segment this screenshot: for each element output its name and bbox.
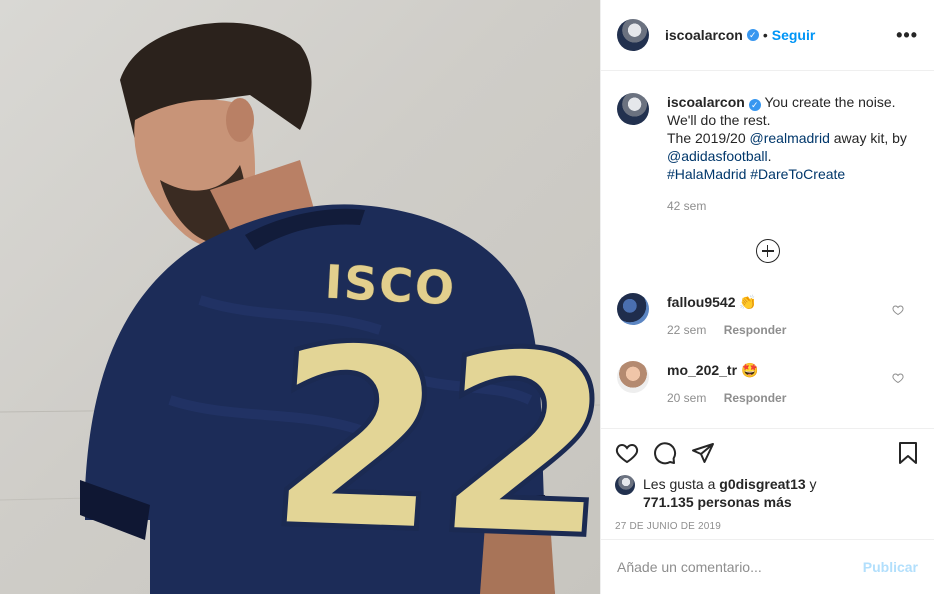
verified-badge-icon: ✓ (748, 99, 761, 111)
comment-body: fallou9542 👏 22 sem Responder (667, 293, 786, 337)
verified-badge-icon: ✓ (746, 29, 759, 41)
caption-body: iscoalarcon ✓ You create the noise. We'll… (667, 93, 907, 215)
mention-link-adidasfootball[interactable]: @adidasfootball (667, 148, 768, 164)
comment-item: fallou9542 👏 22 sem Responder (617, 293, 918, 337)
likes-count[interactable]: 771.135 personas más (643, 494, 792, 510)
reply-button[interactable]: Responder (724, 323, 787, 337)
post-caption: iscoalarcon ✓ You create the noise. We'll… (617, 93, 918, 215)
reply-button[interactable]: Responder (724, 391, 787, 405)
likes-prefix: Les gusta a (643, 476, 716, 492)
hashtag-link-halamadrid[interactable]: #HalaMadrid (667, 166, 746, 182)
comment-item: mo_202_tr 🤩 20 sem Responder (617, 361, 918, 405)
commenter-avatar[interactable] (617, 293, 649, 325)
instagram-post: ISCO 22 iscoalarcon ✓ • Seguir ••• iscoa… (0, 0, 934, 594)
add-comment-bar: Publicar (601, 539, 934, 594)
load-more-comments-icon[interactable] (755, 239, 780, 263)
comments-section: iscoalarcon ✓ You create the noise. We'll… (601, 71, 934, 428)
caption-text-3-suffix: away kit, by (833, 130, 907, 146)
caption-hashtags: #HalaMadrid #DareToCreate (667, 165, 907, 183)
comment-text: mo_202_tr 🤩 (667, 361, 786, 379)
liker-avatar[interactable] (615, 475, 635, 495)
caption-line-1: iscoalarcon ✓ You create the noise. (667, 93, 907, 111)
caption-text-3-prefix: The 2019/20 (667, 130, 746, 146)
post-side-panel: iscoalarcon ✓ • Seguir ••• iscoalarcon ✓ … (600, 0, 934, 594)
comment-body: mo_202_tr 🤩 20 sem Responder (667, 361, 786, 405)
commenter-username[interactable]: fallou9542 (667, 294, 735, 310)
star-struck-emoji: 🤩 (740, 362, 759, 378)
jersey-number-print: 22 (258, 289, 600, 594)
caption-avatar[interactable] (617, 93, 649, 125)
comment-bubble-icon[interactable] (653, 441, 677, 465)
mention-link-realmadrid[interactable]: @realmadrid (750, 130, 830, 146)
comment-timestamp[interactable]: 22 sem (667, 323, 706, 337)
caption-period: . (767, 148, 772, 164)
comment-meta: 20 sem Responder (667, 391, 786, 405)
commenter-avatar[interactable] (617, 361, 649, 393)
save-bookmark-icon[interactable] (896, 441, 920, 465)
caption-timestamp[interactable]: 42 sem (667, 197, 907, 215)
like-heart-icon[interactable] (615, 441, 639, 465)
action-icons-bar (615, 439, 920, 467)
hashtag-link-daretocreate[interactable]: #DareToCreate (750, 166, 845, 182)
like-comment-heart-icon[interactable] (892, 371, 904, 387)
likes-summary: Les gusta a g0disgreat13 y 771.135 perso… (615, 475, 920, 511)
post-header: iscoalarcon ✓ • Seguir ••• (601, 0, 934, 71)
comment-input[interactable] (617, 559, 863, 575)
post-actions: Les gusta a g0disgreat13 y 771.135 perso… (601, 428, 934, 532)
share-send-icon[interactable] (691, 441, 715, 465)
caption-line-4: @adidasfootball. (667, 147, 907, 165)
author-avatar[interactable] (617, 19, 649, 51)
comment-meta: 22 sem Responder (667, 323, 786, 337)
comment-timestamp[interactable]: 20 sem (667, 391, 706, 405)
publish-button[interactable]: Publicar (863, 559, 918, 575)
caption-text-1: You create the noise. (764, 94, 896, 110)
author-info: iscoalarcon ✓ • Seguir (665, 27, 815, 43)
liker-username[interactable]: g0disgreat13 (719, 476, 805, 492)
like-comment-heart-icon[interactable] (892, 303, 904, 319)
commenter-username[interactable]: mo_202_tr (667, 362, 737, 378)
post-date[interactable]: 27 DE JUNIO DE 2019 (615, 521, 920, 532)
separator-dot: • (762, 27, 768, 43)
likes-middle: y (809, 476, 817, 492)
comment-text: fallou9542 👏 (667, 293, 786, 311)
caption-text-2: We'll do the rest. (667, 112, 771, 128)
post-photo[interactable]: ISCO 22 (0, 0, 600, 594)
caption-line-3: The 2019/20 @realmadrid away kit, by (667, 129, 907, 147)
more-options-icon[interactable]: ••• (896, 25, 918, 46)
author-username[interactable]: iscoalarcon (665, 27, 743, 43)
caption-username[interactable]: iscoalarcon (667, 94, 745, 110)
likes-text: Les gusta a g0disgreat13 y 771.135 perso… (643, 475, 817, 511)
clapping-hands-emoji: 👏 (739, 294, 757, 310)
follow-button[interactable]: Seguir (772, 27, 816, 43)
